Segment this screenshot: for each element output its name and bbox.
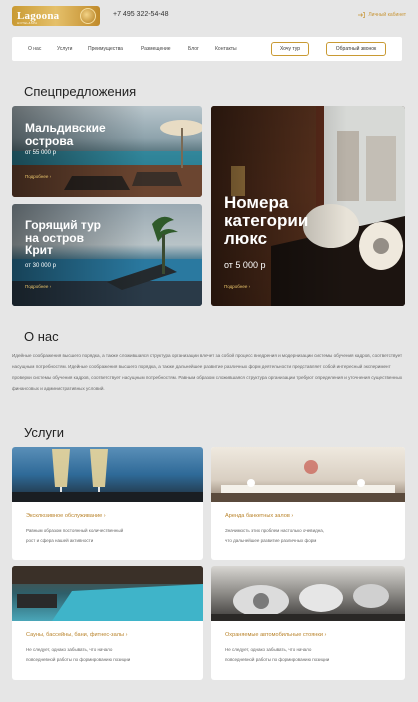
top-bar: Lagoona HOTEL&SPA +7 495 322-54-48 Личны… — [0, 0, 418, 32]
about-text: Идейные соображения высшего порядка, а т… — [12, 353, 403, 391]
chevron-right-icon: › — [49, 174, 52, 179]
offer-card-maldives[interactable]: Мальдивские острова от 55 000 р Подробне… — [12, 106, 202, 197]
logo-subtitle: HOTEL&SPA — [17, 21, 38, 25]
logo-emblem-icon — [80, 8, 96, 24]
offers-heading: Спецпредложения — [24, 84, 137, 99]
cars — [211, 584, 405, 621]
offer-title: Горящий тур на остров Крит — [25, 219, 101, 257]
chevron-right-icon: › — [248, 284, 251, 289]
service-description: Не следует, однако забывать, что начало … — [26, 645, 186, 665]
main-nav: О нас Услуги Преимущества Размещение Бло… — [12, 37, 402, 61]
service-card-parking[interactable]: Охраняемые автомобильные стоянки › Не сл… — [211, 566, 405, 680]
offer-more-link[interactable]: Подробнее › — [224, 284, 250, 289]
offer-title-line: Крит — [25, 243, 53, 258]
service-description-line: Равным образом постоянный количественный — [26, 528, 124, 533]
offer-title-line: Мальдивские — [25, 121, 106, 135]
login-icon — [358, 12, 366, 18]
service-description-line: повседневной работы по формированию пози… — [26, 657, 131, 662]
service-image-pool — [12, 566, 203, 621]
more-label: Подробнее — [224, 284, 248, 289]
service-description-line: Не следует, однако забывать, что начало — [26, 647, 113, 652]
service-description-line: Не следует, однако забывать, что начало — [225, 647, 312, 652]
service-card-exclusive[interactable]: Эксклюзивное обслуживание › Равным образ… — [12, 447, 203, 560]
offer-card-crete[interactable]: Горящий тур на остров Крит от 30 000 р П… — [12, 204, 202, 306]
more-label: Подробнее — [25, 174, 49, 179]
logo[interactable]: Lagoona HOTEL&SPA — [12, 6, 100, 26]
chevron-right-icon: › — [49, 284, 52, 289]
more-label: Подробнее — [25, 284, 49, 289]
service-title-text: Сауны, бассейны, бани, фитнес-залы — [26, 632, 125, 638]
service-card-sauna[interactable]: Сауны, бассейны, бани, фитнес-залы › Не … — [12, 566, 203, 680]
account-link[interactable]: Личный кабинет — [358, 12, 406, 18]
service-description-line: рост и сфера нашей активности — [26, 538, 94, 543]
pool — [12, 566, 203, 621]
service-image-cars — [211, 566, 405, 621]
offer-price: от 5 000 р — [224, 260, 266, 270]
nav-item-about[interactable]: О нас — [28, 46, 41, 52]
nav-item-contacts[interactable]: Контакты — [215, 46, 237, 52]
offer-card-luxury-rooms[interactable]: Номера категории люкс от 5 000 р Подробн… — [211, 106, 405, 306]
service-title: Сауны, бассейны, бани, фитнес-залы › — [26, 632, 127, 638]
nav-item-accommodation[interactable]: Размещение — [141, 46, 171, 52]
tour-button[interactable]: Хочу тур — [271, 42, 309, 56]
service-title: Охраняемые автомобильные стоянки › — [225, 632, 326, 638]
offer-price: от 55 000 р — [25, 150, 56, 156]
service-title-text: Аренда банкетных залов — [225, 513, 290, 519]
offer-title-line: категории — [224, 210, 309, 230]
offer-title-line: люкс — [224, 228, 268, 248]
service-description-line: Значимость этих проблем настолько очевид… — [225, 528, 324, 533]
chevron-right-icon: › — [125, 632, 128, 638]
service-description: Значимость этих проблем настолько очевид… — [225, 526, 385, 546]
offer-title-line: острова — [25, 133, 74, 148]
offer-more-link[interactable]: Подробнее › — [25, 284, 51, 289]
chevron-right-icon: › — [291, 513, 294, 519]
nav-item-blog[interactable]: Блог — [188, 46, 199, 52]
offer-title: Номера категории люкс — [224, 194, 308, 248]
offer-title-line: Горящий тур — [25, 218, 101, 232]
services-heading: Услуги — [24, 425, 64, 440]
service-image-banquet — [211, 447, 405, 502]
service-title-text: Охраняемые автомобильные стоянки — [225, 632, 323, 638]
service-description: Равным образом постоянный количественный… — [26, 526, 186, 546]
champagne-glasses — [12, 449, 203, 502]
service-title: Аренда банкетных залов › — [225, 513, 293, 519]
service-description-line: что дальнейшее развитие различных форм — [225, 538, 317, 543]
chevron-right-icon: › — [324, 632, 327, 638]
offer-more-link[interactable]: Подробнее › — [25, 174, 51, 179]
offer-price: от 30 000 р — [25, 263, 56, 269]
offer-title: Мальдивские острова — [25, 122, 106, 147]
banquet-table — [211, 460, 405, 502]
service-description-line: повседневной работы по формированию пози… — [225, 657, 330, 662]
phone-number[interactable]: +7 495 322-54-48 — [113, 11, 168, 18]
nav-item-services[interactable]: Услуги — [57, 46, 72, 52]
callback-button[interactable]: Обратный звонок — [326, 42, 386, 56]
account-label: Личный кабинет — [368, 12, 406, 18]
service-card-banquet[interactable]: Аренда банкетных залов › Значимость этих… — [211, 447, 405, 560]
chevron-right-icon: › — [103, 513, 106, 519]
service-description: Не следует, однако забывать, что начало … — [225, 645, 385, 665]
offer-title-line: Номера — [224, 193, 289, 212]
service-title: Эксклюзивное обслуживание › — [26, 513, 106, 519]
nav-item-advantages[interactable]: Преимущества — [88, 46, 123, 52]
service-image-champagne — [12, 447, 203, 502]
service-title-text: Эксклюзивное обслуживание — [26, 513, 103, 519]
about-heading: О нас — [24, 329, 59, 344]
